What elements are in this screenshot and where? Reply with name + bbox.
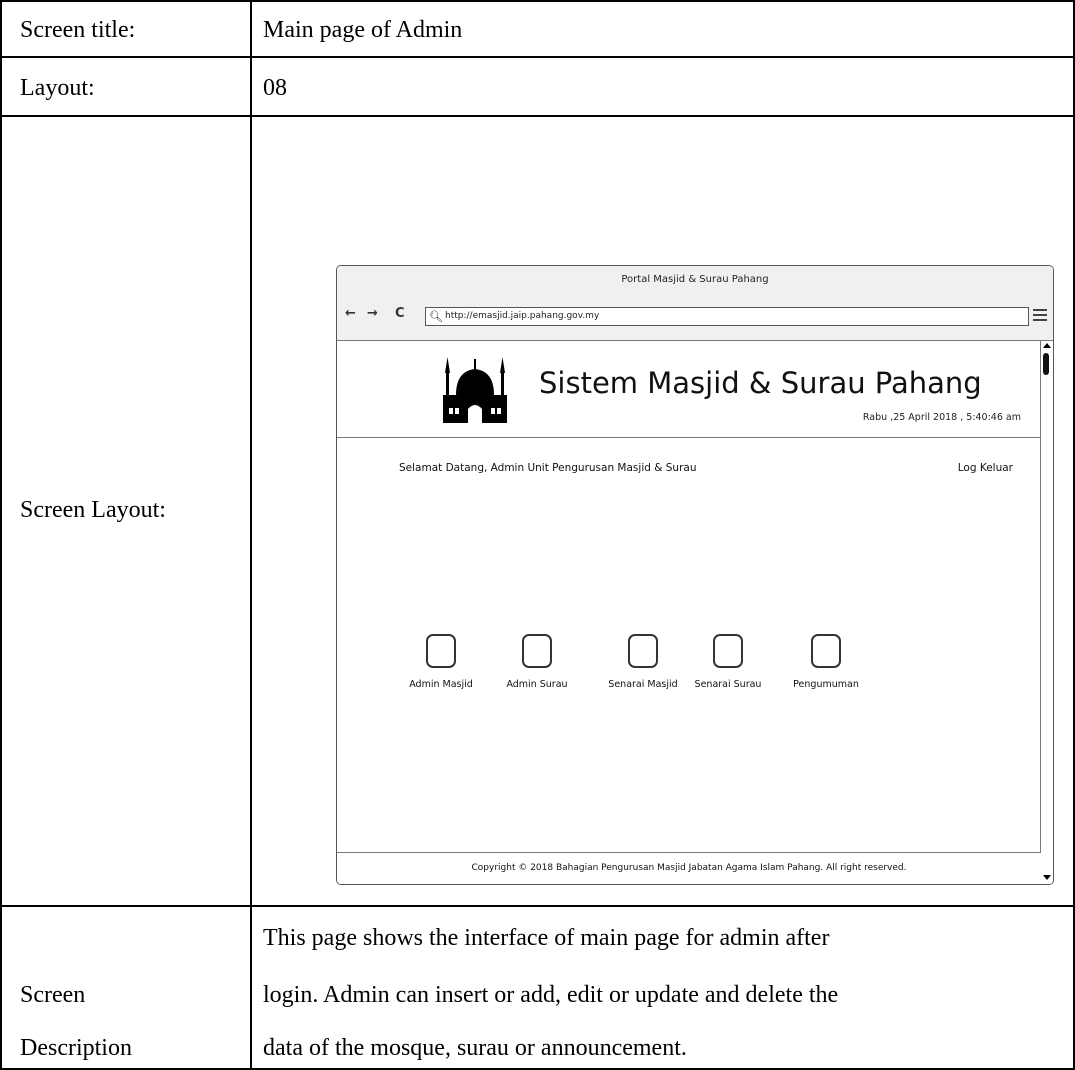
menu-item-pengumuman[interactable]: Pengumuman bbox=[786, 634, 866, 690]
site-title: Sistem Masjid & Surau Pahang bbox=[539, 366, 982, 400]
description-line-1: This page shows the interface of main pa… bbox=[263, 925, 830, 951]
mosque-logo-icon bbox=[443, 357, 507, 423]
senarai-masjid-icon bbox=[628, 634, 658, 668]
description-line-2: login. Admin can insert or add, edit or … bbox=[263, 982, 839, 1008]
table-border-top bbox=[0, 0, 1075, 2]
screen-spec-table: Screen title: Main page of Admin Layout:… bbox=[0, 0, 1075, 1070]
menu-item-label: Admin Masjid bbox=[409, 679, 473, 690]
date-time: Rabu ,25 April 2018 , 5:40:46 am bbox=[862, 412, 1021, 423]
forward-arrow-icon[interactable]: → bbox=[367, 306, 378, 321]
menu-item-label: Senarai Surau bbox=[694, 679, 762, 690]
menu-item-admin-surau[interactable]: Admin Surau bbox=[497, 634, 577, 690]
menu-item-senarai-masjid[interactable]: Senarai Masjid bbox=[603, 634, 683, 690]
layout-label: Layout: bbox=[20, 75, 95, 101]
screen-layout-label: Screen Layout: bbox=[20, 497, 166, 523]
table-border-left bbox=[0, 0, 2, 1070]
search-icon: 🔍︎ bbox=[429, 310, 443, 323]
scroll-down-arrow-icon[interactable] bbox=[1043, 875, 1051, 880]
layout-value: 08 bbox=[263, 75, 287, 101]
reload-icon[interactable]: C bbox=[395, 306, 405, 321]
url-bar[interactable]: 🔍︎ http://emasjid.jaip.pahang.gov.my bbox=[425, 307, 1029, 326]
url-text: http://emasjid.jaip.pahang.gov.my bbox=[445, 311, 600, 321]
menu-item-senarai-surau[interactable]: Senarai Surau bbox=[688, 634, 768, 690]
browser-mockup: Portal Masjid & Surau Pahang ← → C 🔍︎ ht… bbox=[336, 265, 1054, 885]
admin-surau-icon bbox=[522, 634, 552, 668]
vertical-scrollbar[interactable] bbox=[1040, 341, 1053, 884]
screen-title-label: Screen title: bbox=[20, 17, 136, 43]
description-line-3: data of the mosque, surau or announcemen… bbox=[263, 1035, 687, 1061]
screen-description-label-line-2: Description bbox=[20, 1035, 132, 1061]
senarai-surau-icon bbox=[713, 634, 743, 668]
row-divider-2 bbox=[0, 115, 1075, 117]
row-divider-3 bbox=[0, 905, 1075, 907]
browser-toolbar: ← → C 🔍︎ http://emasjid.jaip.pahang.gov.… bbox=[337, 294, 1053, 341]
scroll-thumb[interactable] bbox=[1043, 353, 1049, 375]
back-arrow-icon[interactable]: ← bbox=[345, 306, 356, 321]
menu-item-admin-masjid[interactable]: Admin Masjid bbox=[401, 634, 481, 690]
column-divider bbox=[250, 0, 252, 1070]
page-content: Sistem Masjid & Surau Pahang Rabu ,25 Ap… bbox=[337, 341, 1041, 853]
pengumuman-icon bbox=[811, 634, 841, 668]
site-header: Sistem Masjid & Surau Pahang Rabu ,25 Ap… bbox=[337, 341, 1041, 438]
site-footer: Copyright © 2018 Bahagian Pengurusan Mas… bbox=[337, 852, 1041, 884]
scroll-up-arrow-icon[interactable] bbox=[1043, 343, 1051, 348]
admin-masjid-icon bbox=[426, 634, 456, 668]
logout-link[interactable]: Log Keluar bbox=[958, 462, 1013, 474]
window-title: Portal Masjid & Surau Pahang bbox=[337, 266, 1053, 295]
welcome-message: Selamat Datang, Admin Unit Pengurusan Ma… bbox=[399, 462, 697, 474]
screen-description-label-line-1: Screen bbox=[20, 982, 86, 1008]
menu-item-label: Pengumuman bbox=[793, 679, 859, 690]
hamburger-menu-icon[interactable] bbox=[1033, 306, 1047, 324]
menu-item-label: Admin Surau bbox=[506, 679, 568, 690]
screen-title-value: Main page of Admin bbox=[263, 17, 463, 43]
row-divider-1 bbox=[0, 56, 1075, 58]
menu-item-label: Senarai Masjid bbox=[608, 679, 678, 690]
